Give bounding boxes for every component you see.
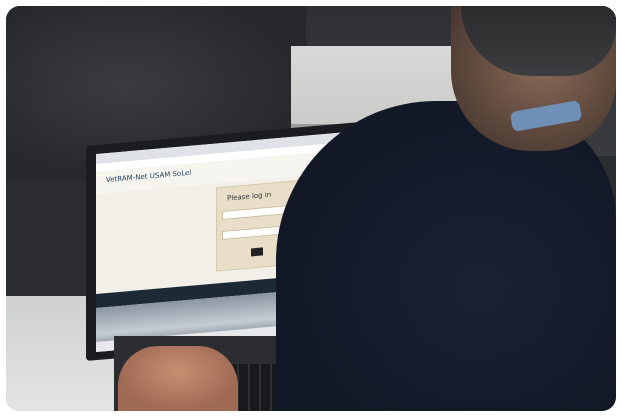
hand-on-keyboard	[118, 346, 238, 411]
login-button	[251, 247, 263, 257]
photo-frame: VetRAM-Net USAM SoLel Please log in	[6, 6, 616, 411]
